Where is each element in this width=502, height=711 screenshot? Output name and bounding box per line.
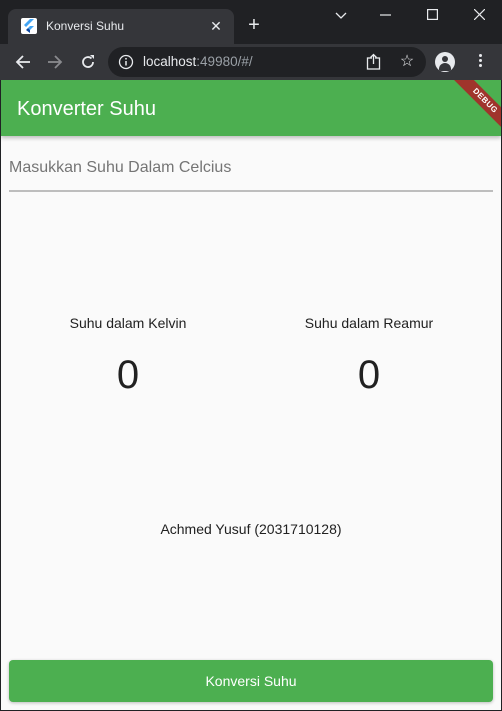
plus-icon[interactable]: + [243, 14, 265, 36]
author-text: Achmed Yusuf (2031710128) [160, 521, 342, 537]
reload-button[interactable] [76, 50, 100, 74]
back-button[interactable] [11, 50, 35, 74]
reamur-value: 0 [357, 353, 381, 397]
convert-button[interactable]: Konversi Suhu [9, 660, 493, 702]
reamur-result: Suhu dalam Reamur 0 [244, 313, 494, 399]
kelvin-result: Suhu dalam Kelvin 0 [3, 313, 253, 399]
page-viewport: Konverter Suhu DEBUG Suhu dalam Kelvin 0… [1, 80, 501, 710]
tab-title: Konversi Suhu [46, 19, 125, 33]
browser-toolbar: localhost:49980/#/ ☆ [0, 44, 502, 80]
share-icon[interactable] [365, 53, 383, 71]
input-underline [9, 190, 493, 192]
profile-head [442, 56, 448, 62]
kelvin-value: 0 [116, 353, 140, 397]
profile-icon[interactable] [435, 52, 455, 72]
flutter-icon [21, 18, 37, 34]
address-bar[interactable]: localhost:49980/#/ ☆ [108, 47, 426, 77]
close-icon[interactable]: ✕ [208, 18, 224, 34]
info-icon[interactable] [118, 54, 134, 70]
url-path: :49980/#/ [196, 54, 253, 69]
app-bar: Konverter Suhu [1, 80, 501, 136]
celcius-input[interactable] [9, 156, 493, 180]
star-icon[interactable]: ☆ [397, 52, 417, 72]
url-host: localhost [143, 54, 197, 69]
reamur-label: Suhu dalam Reamur [304, 315, 434, 331]
forward-button[interactable] [43, 50, 67, 74]
browser-tab[interactable]: Konversi Suhu ✕ [8, 9, 234, 44]
kelvin-label: Suhu dalam Kelvin [69, 315, 187, 331]
maximize-icon[interactable] [418, 4, 446, 26]
window-close-icon[interactable] [465, 4, 493, 26]
celcius-input-field[interactable] [9, 148, 493, 192]
chevron-down-icon[interactable] [327, 4, 355, 26]
more-vertical-icon[interactable] [470, 52, 490, 72]
minimize-icon[interactable] [371, 4, 399, 26]
profile-body [439, 63, 451, 71]
page-title: Konverter Suhu [17, 98, 156, 120]
title-bar: Konversi Suhu ✕ + [0, 0, 502, 44]
browser-window: Konversi Suhu ✕ + localhost:49980/#/ ☆ K… [0, 0, 502, 711]
url-text: localhost:49980/#/ [143, 54, 253, 70]
